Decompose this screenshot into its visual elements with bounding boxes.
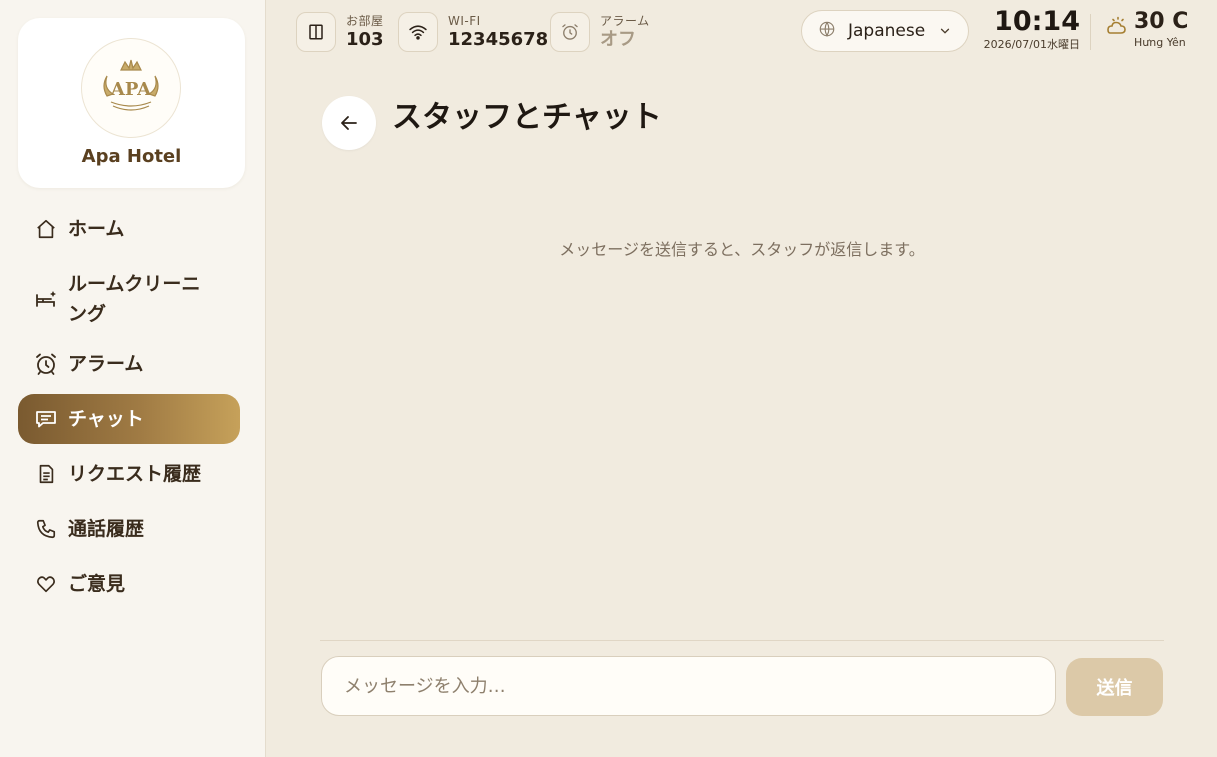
sidebar-item-label: ご意見: [68, 573, 126, 595]
phone-icon: [34, 517, 58, 541]
alarm-status[interactable]: アラーム オフ: [550, 10, 650, 54]
sidebar-item-alarm[interactable]: アラーム: [18, 339, 240, 389]
sidebar-item-chat[interactable]: チャット: [18, 394, 240, 444]
door-icon: [296, 12, 336, 52]
divider: [1090, 14, 1091, 50]
sidebar-item-call-history[interactable]: 通話履歴: [18, 504, 240, 554]
alarm-icon: [550, 12, 590, 52]
sidebar-item-home[interactable]: ホーム: [18, 204, 240, 254]
composer-divider: [320, 640, 1164, 641]
message-input[interactable]: [321, 656, 1056, 716]
arrow-left-icon: [341, 116, 357, 130]
hotel-logo-emblem: APA: [103, 59, 159, 111]
globe-icon: [818, 20, 836, 42]
language-select[interactable]: Japanese: [801, 10, 969, 52]
alarm-label: アラーム: [600, 13, 650, 28]
hotel-logo-card: APA Apa Hotel: [18, 18, 245, 188]
partly-cloudy-icon: [1104, 16, 1128, 42]
document-icon: [34, 462, 58, 486]
chevron-down-icon: [938, 23, 952, 42]
chat-empty-message: メッセージを送信すると、スタッフが返信します。: [559, 240, 925, 259]
sidebar-item-feedback[interactable]: ご意見: [18, 559, 240, 609]
hotel-name: Apa Hotel: [81, 146, 182, 167]
clock-time: 10:14: [994, 6, 1080, 37]
chat-icon: [34, 407, 58, 431]
room-info: お部屋 103: [296, 10, 384, 54]
weather: 30 C Hưng Yên: [1104, 8, 1194, 50]
hotel-logo: APA: [81, 38, 181, 138]
sidebar-item-room-cleaning[interactable]: ルームクリーニング: [18, 259, 240, 339]
heart-icon: [34, 572, 58, 596]
back-button[interactable]: [322, 96, 376, 150]
wifi-label: WI-FI: [448, 13, 481, 28]
clock: 10:14 2026/07/01水曜日: [976, 6, 1080, 52]
home-icon: [34, 217, 58, 241]
logo-lettering: APA: [110, 79, 152, 100]
sidebar-nav: ホーム ルームクリーニング アラーム チャット リクエスト履歴 通話履歴 ご意見: [18, 204, 240, 614]
room-number: 103: [346, 28, 384, 50]
top-bar: お部屋 103 WI-FI 12345678 アラーム オフ Japanese …: [296, 6, 1196, 54]
sidebar-item-label: ホーム: [68, 218, 125, 240]
sidebar-item-label: ルームクリーニング: [68, 273, 201, 325]
alarm-value: オフ: [600, 28, 636, 50]
sidebar-item-label: 通話履歴: [68, 518, 145, 540]
clock-date: 2026/07/01水曜日: [983, 38, 1080, 51]
wifi-info: WI-FI 12345678: [398, 10, 548, 54]
alarm-icon: [34, 352, 58, 376]
sidebar-item-label: チャット: [68, 408, 144, 430]
send-button[interactable]: 送信: [1066, 658, 1163, 716]
sidebar-item-label: アラーム: [68, 353, 144, 375]
wifi-icon: [398, 12, 438, 52]
bed-cleaning-icon: [34, 287, 58, 311]
room-label: お部屋: [346, 13, 384, 28]
sidebar: APA Apa Hotel ホーム ルームクリーニング アラーム チャット リク…: [0, 0, 266, 757]
page-title: スタッフとチャット: [392, 100, 662, 135]
sidebar-item-label: リクエスト履歴: [68, 463, 202, 485]
sidebar-item-request-history[interactable]: リクエスト履歴: [18, 449, 240, 499]
wifi-password: 12345678: [448, 28, 549, 50]
language-value: Japanese: [848, 21, 926, 41]
